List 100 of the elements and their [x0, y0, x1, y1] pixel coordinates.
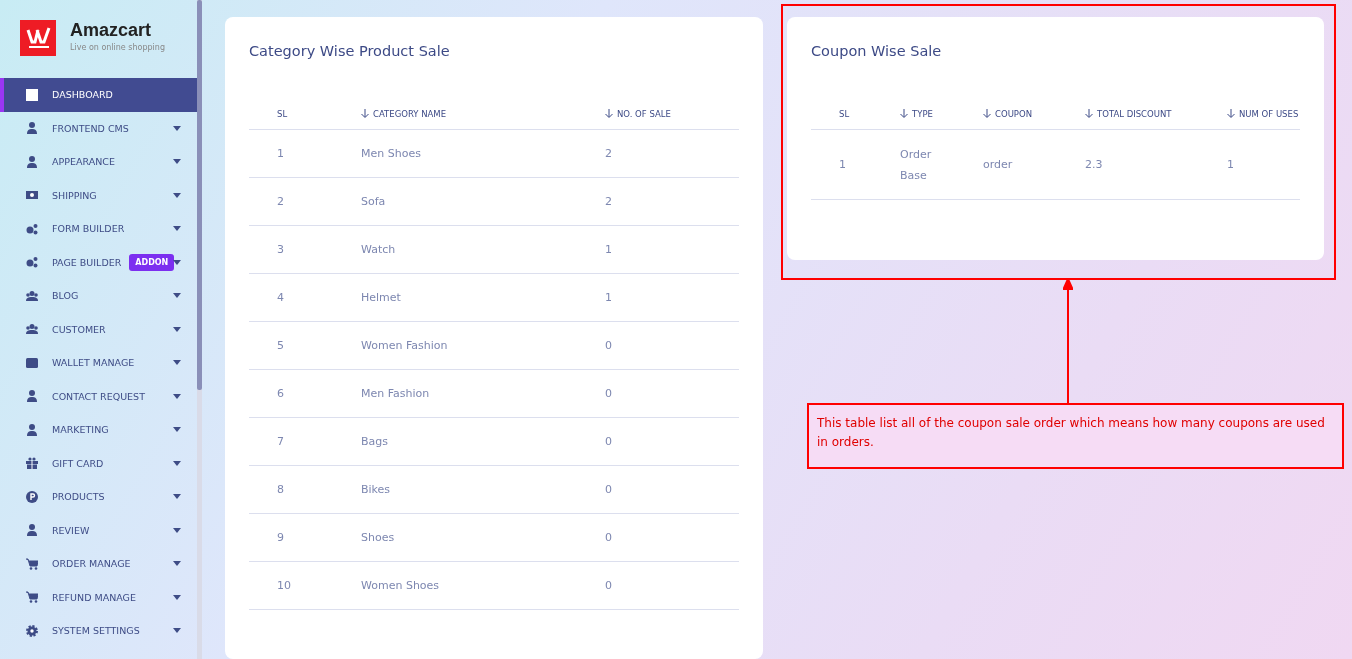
table-cell: Shoes	[361, 531, 395, 544]
table-cell-text: Order Base	[900, 146, 933, 184]
table-cell: 8	[277, 483, 284, 496]
caret-icon	[173, 259, 181, 265]
sidebar-item[interactable]: PAGE BUILDER ADDON	[0, 245, 197, 279]
sidebar-item[interactable]: GIFT CARD	[0, 446, 197, 480]
table-cell-text: 2.3	[1085, 157, 1103, 173]
sort-arrow-icon[interactable]	[605, 109, 613, 118]
sort-arrow-icon[interactable]	[361, 109, 369, 118]
sidebar-item[interactable]: SHIPPING	[0, 178, 197, 212]
table-cell: 0	[605, 579, 612, 592]
sidebar-item[interactable]: REFUND MANAGE	[0, 580, 197, 614]
table-cell: 9	[277, 531, 284, 544]
table-cell: Sofa	[361, 195, 386, 208]
people-icon	[26, 323, 38, 336]
table-cell: Women Shoes	[361, 579, 440, 592]
caret-icon	[173, 628, 181, 634]
column-header: NUM OF USES	[1239, 109, 1299, 119]
sidebar-item[interactable]: WALLET MANAGE	[0, 346, 197, 380]
p-circle-icon	[26, 490, 38, 503]
cart-icon	[26, 591, 38, 604]
table-cell-text: 1	[1227, 157, 1234, 173]
column-header: TYPE	[912, 109, 933, 119]
sort-arrow-icon[interactable]	[1227, 109, 1235, 118]
table-cell: Bags	[361, 435, 388, 448]
sidebar-item[interactable]: DASHBOARD	[0, 78, 197, 112]
sidebar-item[interactable]: BLOG	[0, 279, 197, 313]
banknote-icon	[26, 189, 38, 202]
brand-tagline: Live on online shopping	[70, 43, 165, 52]
caret-icon	[173, 326, 181, 332]
addon-badge: ADDON	[129, 253, 175, 271]
table-cell: 6	[277, 387, 284, 400]
caret-icon	[173, 527, 181, 533]
annotation-note: This table list all of the coupon sale order which means how many coupons are used in orders.	[807, 403, 1344, 469]
caret-icon	[173, 393, 181, 399]
caret-icon	[173, 561, 181, 567]
column-header: CATEGORY NAME	[373, 109, 447, 119]
sort-arrow-icon[interactable]	[1085, 109, 1093, 118]
caret-icon	[173, 360, 181, 366]
table-cell: Bikes	[361, 483, 391, 496]
sidebar-item[interactable]: PRODUCTS	[0, 480, 197, 514]
table-cell: 0	[605, 531, 612, 544]
column-header: COUPON	[995, 109, 1033, 119]
table-cell: 10	[277, 579, 291, 592]
table-cell: Men Shoes	[361, 147, 421, 160]
sort-arrow-icon[interactable]	[983, 109, 991, 118]
sort-arrow-icon[interactable]	[900, 109, 908, 118]
table-cell: 1	[605, 291, 612, 304]
table-cell: 4	[277, 291, 284, 304]
cart-icon	[26, 557, 38, 570]
brand-name: Amazcart	[70, 20, 153, 40]
sidebar-item[interactable]: REVIEW	[0, 513, 197, 547]
table-cell: 7	[277, 435, 284, 448]
table-cell: 1	[605, 243, 612, 256]
table-cell: Women Fashion	[361, 339, 448, 352]
people-icon	[26, 289, 38, 302]
table-cell: 0	[605, 435, 612, 448]
table-cell-text: order	[983, 157, 1013, 173]
person-icon	[26, 155, 38, 168]
gear-icon	[26, 624, 38, 637]
table-cell: 2	[605, 195, 612, 208]
caret-icon	[173, 226, 181, 232]
person-icon	[26, 524, 38, 537]
table-cell: Helmet	[361, 291, 401, 304]
table-cell: 0	[605, 387, 612, 400]
person-icon	[26, 122, 38, 135]
caret-icon	[173, 293, 181, 299]
caret-icon	[173, 427, 181, 433]
person-icon	[26, 423, 38, 436]
caret-icon	[173, 594, 181, 600]
table-cell: 2	[605, 147, 612, 160]
column-header: SL	[839, 109, 850, 119]
card-title: Category Wise Product Sale	[249, 43, 450, 61]
table-cell: 5	[277, 339, 284, 352]
sidebar-item[interactable]: CUSTOMER	[0, 312, 197, 346]
table-cell: 0	[605, 339, 612, 352]
table-cell: 1	[277, 147, 284, 160]
table-cell: 3	[277, 243, 284, 256]
caret-icon	[173, 125, 181, 131]
column-header: NO. OF SALE	[617, 109, 671, 119]
sidebar-item[interactable]: FORM BUILDER	[0, 212, 197, 246]
table-cell: 0	[605, 483, 612, 496]
gears-icon	[26, 222, 38, 235]
sidebar-item[interactable]: CONTACT REQUEST	[0, 379, 197, 413]
table-cell: Watch	[361, 243, 396, 256]
scrollbar[interactable]	[197, 0, 202, 659]
table-cell-text: 1	[839, 157, 846, 173]
caret-icon	[173, 192, 181, 198]
sidebar-item[interactable]: ORDER MANAGE	[0, 547, 197, 581]
wallet-icon	[26, 356, 38, 369]
caret-icon	[173, 494, 181, 500]
column-header: SL	[277, 109, 288, 119]
sidebar-item[interactable]: FRONTEND CMS	[0, 111, 197, 145]
table-cell: 2	[277, 195, 284, 208]
sidebar-item[interactable]: MARKETING	[0, 413, 197, 447]
gift-icon	[26, 457, 38, 470]
caret-icon	[173, 159, 181, 165]
gears-icon	[26, 256, 38, 269]
sidebar-item[interactable]: SYSTEM SETTINGS	[0, 614, 197, 648]
sidebar-item[interactable]: APPEARANCE	[0, 145, 197, 179]
